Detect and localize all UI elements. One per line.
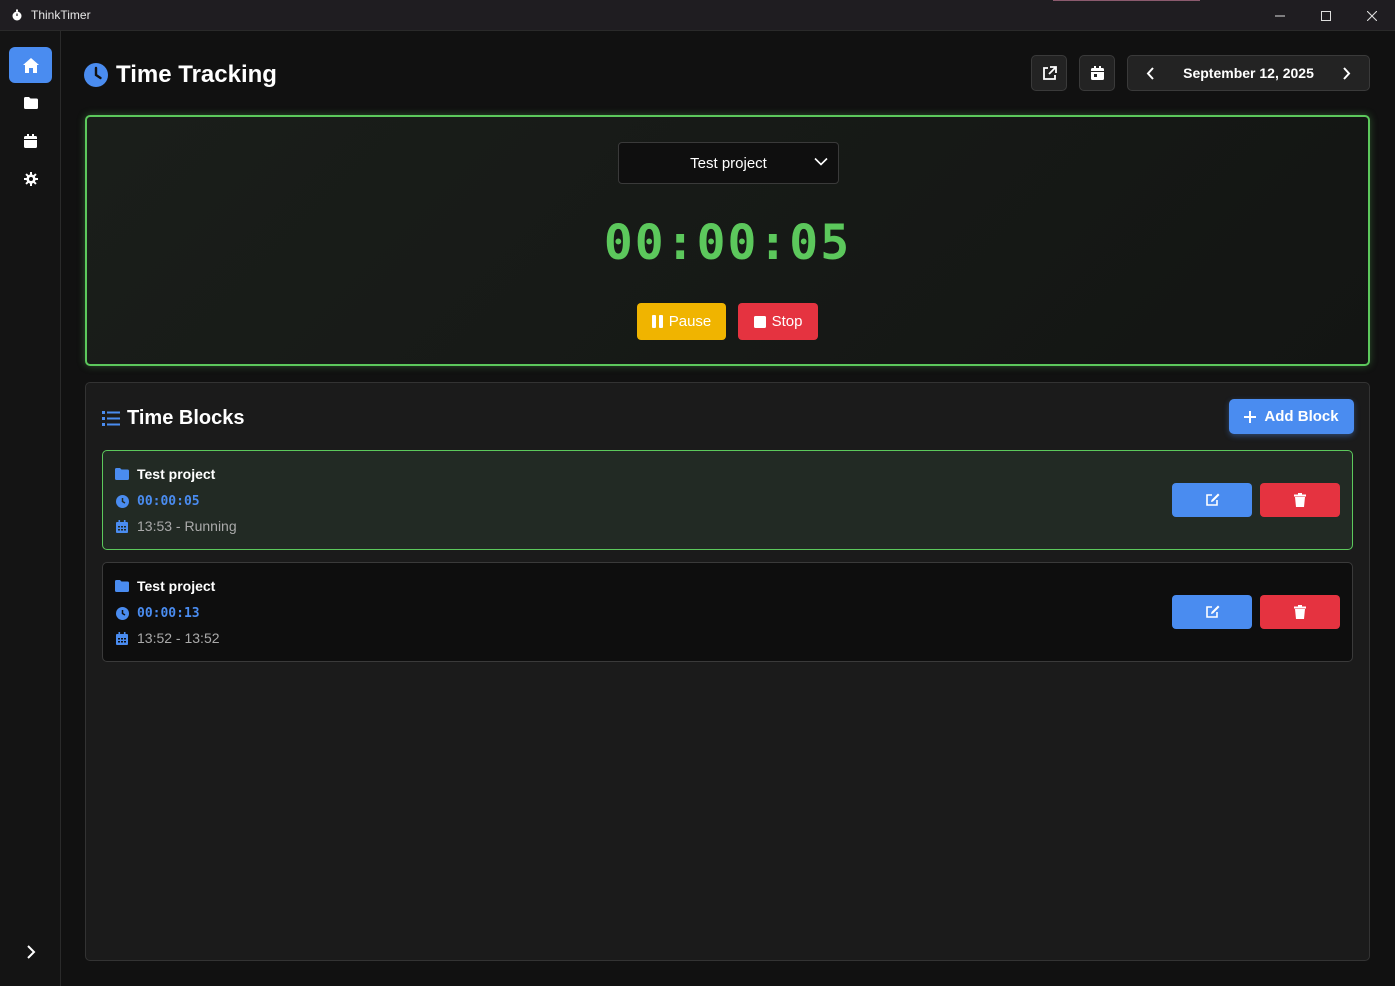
clock-icon: [84, 63, 108, 87]
minimize-button[interactable]: [1257, 0, 1303, 31]
calendar-day-icon: [1090, 66, 1104, 80]
calendar-icon: [115, 519, 129, 533]
pause-icon: [651, 315, 663, 328]
chevron-right-icon: [1343, 66, 1351, 80]
external-link-icon: [1042, 65, 1057, 80]
window-controls: [1257, 0, 1395, 31]
folder-icon: [23, 97, 38, 109]
sidebar: [0, 31, 61, 986]
delete-block-button[interactable]: [1260, 595, 1340, 629]
block-time-range: 13:52 - 13:52: [137, 630, 220, 646]
time-block-card: Test project 00:00:13 13:52 - 13:52: [102, 562, 1353, 662]
home-icon: [22, 57, 39, 73]
time-blocks-panel: Time Blocks Add Block Test project 00:00…: [85, 382, 1370, 961]
next-day-button[interactable]: [1342, 66, 1351, 80]
project-select-value: Test project: [690, 154, 767, 172]
sidebar-item-home[interactable]: [9, 47, 52, 83]
add-block-label: Add Block: [1264, 408, 1339, 425]
sidebar-item-settings[interactable]: [9, 161, 52, 197]
trash-icon: [1294, 493, 1306, 507]
plus-icon: [1244, 410, 1257, 423]
window-title: ThinkTimer: [31, 8, 91, 22]
block-range-row: 13:52 - 13:52: [115, 630, 220, 646]
folder-icon: [115, 468, 129, 480]
export-button[interactable]: [1031, 55, 1067, 91]
time-block-card: Test project 00:00:05 13:53 - Running: [102, 450, 1353, 550]
stop-label: Stop: [771, 313, 803, 330]
page-title-group: Time Tracking: [84, 61, 277, 89]
maximize-button[interactable]: [1303, 0, 1349, 31]
chevron-down-icon: [814, 157, 828, 166]
block-duration: 00:00:05: [137, 494, 200, 509]
stop-icon: [753, 315, 766, 328]
block-duration-row: 00:00:05: [115, 494, 200, 509]
edit-block-button[interactable]: [1172, 483, 1252, 517]
block-project-name: Test project: [137, 466, 216, 482]
calendar-picker-button[interactable]: [1079, 55, 1115, 91]
trash-icon: [1294, 605, 1306, 619]
minimize-icon: [1275, 15, 1285, 16]
time-blocks-header: Time Blocks: [102, 407, 244, 430]
block-project-name: Test project: [137, 578, 216, 594]
clock-icon: [115, 607, 129, 620]
timer-panel: Test project 00:00:05 Pause Stop: [85, 115, 1370, 366]
page-title: Time Tracking: [116, 61, 277, 88]
calendar-icon: [24, 134, 37, 148]
main-content: Time Tracking September 12, 2025 Test pr…: [62, 31, 1395, 986]
gear-icon: [23, 172, 38, 186]
header: Time Tracking September 12, 2025: [62, 31, 1395, 115]
block-duration: 00:00:13: [137, 606, 200, 621]
close-button[interactable]: [1349, 0, 1395, 31]
sidebar-item-projects[interactable]: [9, 85, 52, 121]
pause-label: Pause: [668, 313, 712, 330]
prev-day-button[interactable]: [1146, 66, 1155, 80]
edit-icon: [1205, 493, 1219, 506]
date-navigator: September 12, 2025: [1127, 55, 1370, 91]
maximize-icon: [1321, 10, 1331, 21]
stop-button[interactable]: Stop: [738, 303, 818, 340]
chevron-left-icon: [1146, 66, 1154, 80]
title-bar: ThinkTimer: [0, 0, 1395, 31]
edit-icon: [1205, 605, 1219, 618]
timer-display: 00:00:05: [603, 215, 852, 271]
block-project-row: Test project: [115, 578, 215, 594]
add-block-button[interactable]: Add Block: [1229, 399, 1354, 434]
close-icon: [1367, 10, 1377, 21]
pause-button[interactable]: Pause: [637, 303, 726, 340]
block-time-range: 13:53 - Running: [137, 518, 237, 534]
current-date: September 12, 2025: [1183, 65, 1314, 81]
chevron-right-icon: [27, 945, 36, 959]
folder-icon: [115, 580, 129, 592]
block-duration-row: 00:00:13: [115, 606, 200, 621]
block-project-row: Test project: [115, 466, 215, 482]
delete-block-button[interactable]: [1260, 483, 1340, 517]
clock-icon: [115, 495, 129, 508]
title-accent-line: [1053, 0, 1200, 1]
block-range-row: 13:53 - Running: [115, 518, 237, 534]
project-select[interactable]: Test project: [618, 142, 839, 184]
sidebar-expand-button[interactable]: [20, 941, 42, 963]
edit-block-button[interactable]: [1172, 595, 1252, 629]
calendar-icon: [115, 631, 129, 645]
stopwatch-icon: [11, 9, 23, 21]
time-blocks-title: Time Blocks: [127, 407, 245, 429]
list-icon: [102, 411, 120, 426]
sidebar-item-calendar[interactable]: [9, 123, 52, 159]
